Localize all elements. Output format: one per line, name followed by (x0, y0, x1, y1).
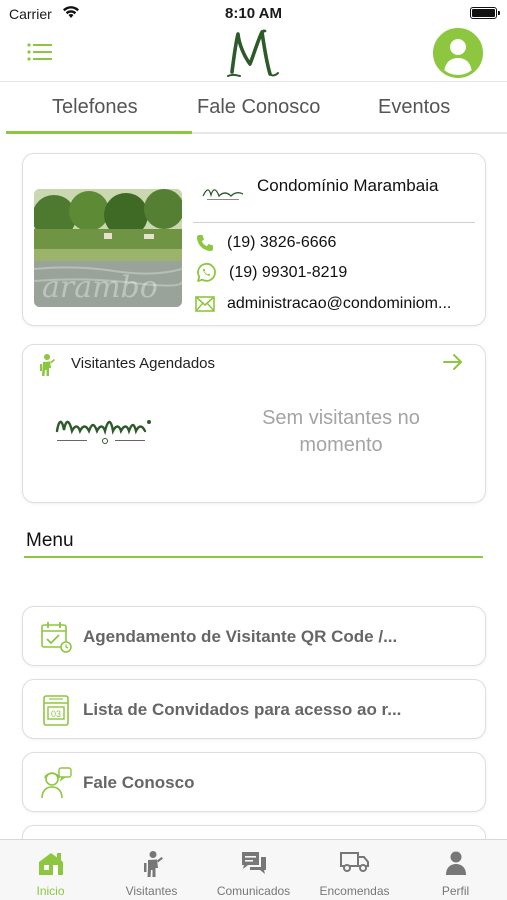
phone-number: (19) 3826-6666 (227, 234, 337, 251)
condominium-photo: arambo (34, 189, 182, 307)
condominium-name: Condomínio Marambaia (257, 176, 439, 195)
profile-avatar[interactable] (433, 28, 483, 78)
tabbar-item-comunicados[interactable]: Comunicados (203, 840, 304, 900)
whatsapp-icon (197, 262, 216, 282)
divider (193, 222, 475, 223)
tabbar-label: Comunicados (216, 884, 291, 898)
svg-text:03: 03 (51, 709, 61, 719)
tabbar-label: Inicio (36, 884, 65, 898)
menu-section-title: Menu (26, 530, 74, 551)
marambaia-m-logo (227, 29, 279, 77)
whatsapp-row[interactable]: (19) 99301-8219 (195, 262, 347, 284)
status-bar: Carrier 8:10 AM (0, 0, 507, 26)
user-icon (445, 851, 466, 875)
tabbar-label: Perfil (441, 884, 470, 898)
contact-card: arambo Condomínio Marambaia (19) 3826-66… (22, 153, 486, 326)
tab-eventos[interactable]: Eventos (378, 96, 450, 119)
menu-item-label: Agendamento de Visitante QR Code /... (83, 627, 398, 646)
email-row[interactable]: administracao@condominiom... (195, 293, 451, 315)
battery-icon (470, 7, 500, 19)
calendar-03-icon: 03 (43, 695, 69, 726)
arrow-right-icon[interactable] (443, 353, 463, 371)
app-header (0, 26, 507, 82)
truck-icon (339, 852, 369, 872)
visitor-icon (143, 851, 163, 877)
tabbar-label: Visitantes (125, 884, 178, 898)
svg-text:arambo: arambo (42, 270, 158, 305)
phone-row[interactable]: (19) 3826-6666 (195, 232, 336, 254)
support-agent-icon (41, 767, 72, 799)
chat-icon (241, 852, 266, 874)
visitor-icon (40, 354, 55, 376)
home-icon (38, 853, 63, 875)
no-visitors-message: Sem visitantes no momento (262, 407, 420, 456)
scheduled-visitors-card[interactable]: Visitantes Agendados Sem visitantes no m… (22, 344, 486, 503)
tab-telefones[interactable]: Telefones (52, 96, 138, 119)
calendar-check-icon (41, 622, 72, 653)
user-silhouette-icon (444, 39, 472, 75)
email-address: administracao@condominiom... (227, 295, 452, 312)
visitors-title: Visitantes Agendados (71, 355, 216, 372)
hamburger-menu-icon[interactable] (27, 42, 53, 62)
tabbar-item-perfil[interactable]: Perfil (405, 840, 506, 900)
menu-item-fale-conosco[interactable]: Fale Conosco (22, 752, 486, 812)
menu-item-guest-list[interactable]: 03 Lista de Convidados para acesso ao r.… (22, 679, 486, 739)
marambaia-small-logo (202, 189, 244, 200)
menu-section-underline (24, 556, 483, 558)
menu-item-label: Lista de Convidados para acesso ao r... (83, 700, 402, 719)
clock: 8:10 AM (225, 5, 282, 22)
marambaia-wordmark-logo (55, 420, 151, 444)
phone-icon (197, 235, 213, 251)
mail-icon (195, 296, 215, 312)
top-tabs: Telefones Fale Conosco Eventos (6, 82, 507, 134)
tabbar-item-visitantes[interactable]: Visitantes (101, 840, 202, 900)
tabbar-item-inicio[interactable]: Inicio (0, 840, 101, 900)
whatsapp-number: (19) 99301-8219 (229, 264, 348, 281)
tabbar-item-encomendas[interactable]: Encomendas (304, 840, 405, 900)
active-tab-indicator (6, 131, 192, 134)
menu-item-label: Fale Conosco (83, 773, 195, 792)
bottom-tab-bar: Inicio Visitantes Comunicados Encomendas (0, 839, 507, 900)
menu-item-visitor-scheduling[interactable]: Agendamento de Visitante QR Code /... (22, 606, 486, 666)
tabbar-label: Encomendas (319, 884, 390, 898)
tab-fale-conosco[interactable]: Fale Conosco (197, 96, 320, 119)
